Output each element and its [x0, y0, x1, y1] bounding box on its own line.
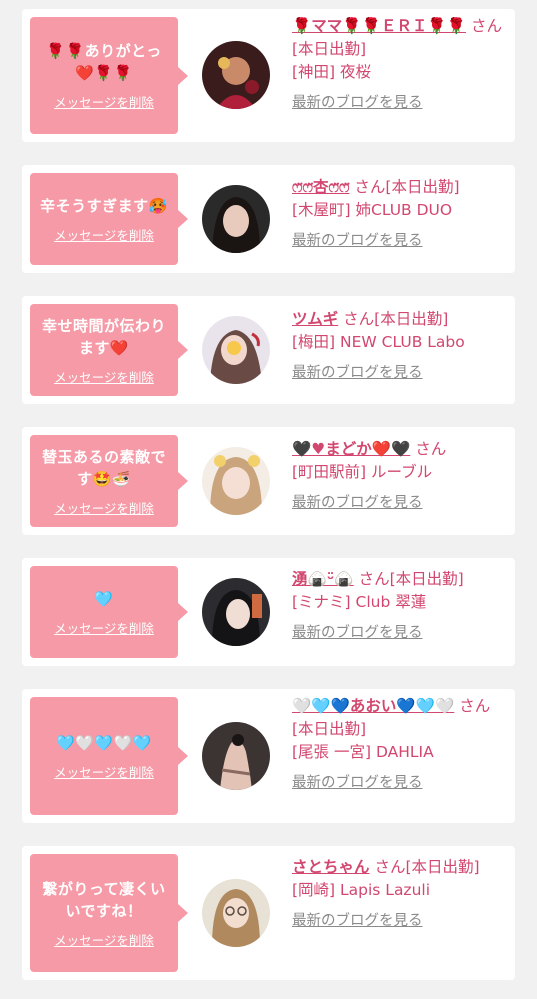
blog-link[interactable]: 最新のブログを見る	[292, 622, 423, 645]
message-card: 🌹🌹ありがとっ❤️🌹🌹 メッセージを削除 🌹ママ🌹🌹ＥＲＩ🌹🌹 さん[本日出勤]…	[22, 9, 515, 142]
delete-message-link[interactable]: メッセージを削除	[54, 498, 154, 517]
message-card: 🩵🤍🩵🤍🩵 メッセージを削除 🤍🩵💙あおい💙🩵🤍 さん[本日出勤] [尾張 一宮…	[22, 689, 515, 823]
sender-name-link[interactable]: 湧🍙ᵕ̈🍙	[292, 570, 354, 588]
blog-link[interactable]: 最新のブログを見る	[292, 230, 423, 253]
shop-name: [神田] 夜桜	[292, 63, 372, 81]
avatar[interactable]	[202, 447, 270, 515]
message-bubble: 🌹🌹ありがとっ❤️🌹🌹 メッセージを削除	[30, 17, 188, 134]
sender-info: ෆ̈ෆ̈杏ෆ̈ෆ̈ さん[本日出勤] [木屋町] 姉CLUB DUO 最新のブロ…	[292, 176, 506, 253]
message-bubble: 🩵 メッセージを削除	[30, 566, 188, 658]
blog-link[interactable]: 最新のブログを見る	[292, 362, 423, 385]
delete-message-link[interactable]: メッセージを削除	[54, 367, 154, 386]
sender-info: 🖤♥まどか❤️🖤 さん [町田駅前] ルーブル 最新のブログを見る	[292, 438, 506, 515]
avatar[interactable]	[202, 578, 270, 646]
sender-info: さとちゃん さん[本日出勤] [岡崎] Lapis Lazuli 最新のブログを…	[292, 856, 506, 933]
message-text: 替玉あるの素敵です🤩🍜	[41, 447, 166, 488]
sender-name-link[interactable]: ෆ̈ෆ̈杏ෆ̈ෆ̈	[292, 178, 349, 196]
message-text: 幸せ時間が伝わります❤️	[41, 316, 166, 357]
message-card: 替玉あるの素敵です🤩🍜 メッセージを削除 🖤♥まどか❤️🖤 さん [町田駅前] …	[22, 427, 515, 535]
sender-suffix: さん[本日出勤]	[358, 570, 464, 588]
sender-name-link[interactable]: 🌹ママ🌹🌹ＥＲＩ🌹🌹	[292, 17, 466, 35]
blog-link[interactable]: 最新のブログを見る	[292, 910, 423, 933]
shop-name: [木屋町] 姉CLUB DUO	[292, 201, 453, 219]
delete-message-link[interactable]: メッセージを削除	[54, 225, 154, 244]
message-text: 🩵	[94, 589, 114, 608]
sender-name-link[interactable]: さとちゃん	[292, 858, 370, 876]
delete-message-link[interactable]: メッセージを削除	[54, 92, 154, 111]
blog-link[interactable]: 最新のブログを見る	[292, 492, 423, 515]
message-bubble: 🩵🤍🩵🤍🩵 メッセージを削除	[30, 697, 188, 815]
avatar[interactable]	[202, 185, 270, 253]
sender-name-link[interactable]: ツムギ	[292, 310, 338, 328]
sender-info: 湧🍙ᵕ̈🍙 さん[本日出勤] [ミナミ] Club 翠蓮 最新のブログを見る	[292, 568, 506, 645]
shop-name: [尾張 一宮] DAHLIA	[292, 743, 434, 761]
message-text: 辛そうすぎます🥵	[40, 196, 168, 215]
blog-link[interactable]: 最新のブログを見る	[292, 772, 423, 795]
message-list: 🌹🌹ありがとっ❤️🌹🌹 メッセージを削除 🌹ママ🌹🌹ＥＲＩ🌹🌹 さん[本日出勤]…	[0, 0, 537, 999]
message-text: 繋がりって凄くいいですね！	[42, 879, 166, 920]
sender-info: ツムギ さん[本日出勤] [梅田] NEW CLUB Labo 最新のブログを見…	[292, 308, 506, 385]
message-card: 繋がりって凄くいいですね！ メッセージを削除 さとちゃん さん[本日出勤] [岡…	[22, 846, 515, 980]
sender-suffix: さん[本日出勤]	[354, 178, 460, 196]
message-card: 🩵 メッセージを削除 湧🍙ᵕ̈🍙 さん[本日出勤] [ミナミ] Club 翠蓮 …	[22, 558, 515, 666]
sender-info: 🤍🩵💙あおい💙🩵🤍 さん[本日出勤] [尾張 一宮] DAHLIA 最新のブログ…	[292, 695, 506, 795]
sender-suffix: さん[本日出勤]	[374, 858, 480, 876]
message-bubble: 繋がりって凄くいいですね！ メッセージを削除	[30, 854, 188, 972]
shop-name: [町田駅前] ルーブル	[292, 463, 433, 481]
delete-message-link[interactable]: メッセージを削除	[54, 762, 154, 781]
sender-suffix: さん	[415, 440, 447, 458]
message-card: 幸せ時間が伝わります❤️ メッセージを削除 ツムギ さん[本日出勤] [梅田] …	[22, 296, 515, 404]
shop-name: [梅田] NEW CLUB Labo	[292, 333, 465, 351]
avatar[interactable]	[202, 722, 270, 790]
delete-message-link[interactable]: メッセージを削除	[54, 930, 154, 949]
blog-link[interactable]: 最新のブログを見る	[292, 92, 423, 115]
message-text: 🩵🤍🩵🤍🩵	[56, 733, 152, 752]
avatar[interactable]	[202, 41, 270, 109]
avatar[interactable]	[202, 316, 270, 384]
message-card: 辛そうすぎます🥵 メッセージを削除 ෆ̈ෆ̈杏ෆ̈ෆ̈ さん[本日出勤] [木屋…	[22, 165, 515, 273]
message-text: 🌹🌹ありがとっ❤️🌹🌹	[46, 42, 162, 82]
delete-message-link[interactable]: メッセージを削除	[54, 618, 154, 637]
sender-name-link[interactable]: 🖤♥まどか❤️🖤	[292, 440, 410, 458]
shop-name: [ミナミ] Club 翠蓮	[292, 593, 427, 611]
message-bubble: 辛そうすぎます🥵 メッセージを削除	[30, 173, 188, 265]
sender-suffix: さん[本日出勤]	[343, 310, 449, 328]
message-bubble: 幸せ時間が伝わります❤️ メッセージを削除	[30, 304, 188, 396]
avatar[interactable]	[202, 879, 270, 947]
sender-name-link[interactable]: 🤍🩵💙あおい💙🩵🤍	[292, 697, 454, 715]
shop-name: [岡崎] Lapis Lazuli	[292, 881, 431, 899]
sender-info: 🌹ママ🌹🌹ＥＲＩ🌹🌹 さん[本日出勤] [神田] 夜桜 最新のブログを見る	[292, 15, 506, 115]
message-bubble: 替玉あるの素敵です🤩🍜 メッセージを削除	[30, 435, 188, 527]
